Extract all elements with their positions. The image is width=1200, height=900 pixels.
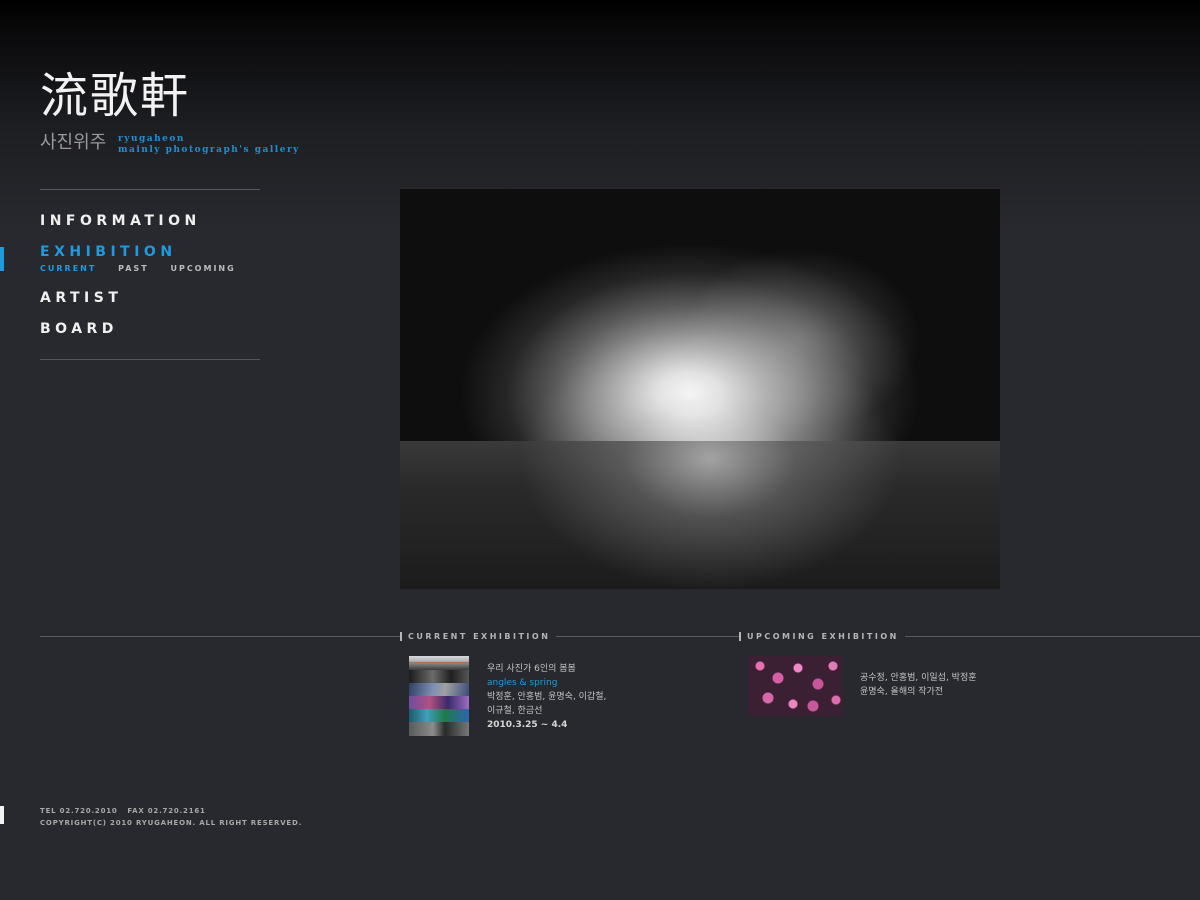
hero-mist xyxy=(400,189,1000,589)
current-exhibition-subtitle: 우리 사진가 6인의 봄봄 xyxy=(487,664,576,674)
subnav-past[interactable]: PAST xyxy=(118,264,149,273)
upcoming-exhibition-title: 윤명숙, 올해의 작가전 xyxy=(860,687,944,697)
nav-item-board[interactable]: BOARD xyxy=(40,322,118,336)
upcoming-exhibition-label: UPCOMING EXHIBITION xyxy=(739,631,905,642)
subnav-current[interactable]: CURRENT xyxy=(40,264,96,273)
current-exhibition-thumbnail[interactable] xyxy=(409,656,469,736)
thumb-strip xyxy=(409,683,469,696)
current-exhibition-artists: 박정훈, 안홍범, 윤명숙, 이갑철, xyxy=(487,692,607,702)
nav-item-exhibition[interactable]: EXHIBITION xyxy=(40,245,177,259)
section-divider xyxy=(40,636,1200,637)
nav-divider-bottom xyxy=(40,359,260,360)
logo-hanja[interactable]: 流歌軒 xyxy=(40,72,190,120)
thumb-strip xyxy=(409,722,469,736)
footer-contact: TEL 02.720.2010 FAX 02.720.2161 xyxy=(40,807,206,815)
current-exhibition-artists-cont: 이규철, 한금선 xyxy=(487,706,543,716)
footer-marker xyxy=(0,806,4,824)
subnav-upcoming[interactable]: UPCOMING xyxy=(170,264,235,273)
logo-roman-name: ryugaheon xyxy=(118,134,185,144)
logo-tagline: ryugaheon mainly photograph's gallery xyxy=(118,134,300,156)
logo-korean: 사진위주 xyxy=(40,132,107,153)
current-exhibition-dates: 2010.3.25 ~ 4.4 xyxy=(487,720,568,730)
thumb-strip xyxy=(409,656,469,670)
hero-photograph xyxy=(400,189,1000,589)
logo-roman-subtitle: mainly photograph's gallery xyxy=(118,145,300,155)
current-exhibition-label: CURRENT EXHIBITION xyxy=(400,631,557,642)
thumb-strip xyxy=(409,670,469,683)
current-exhibition-title[interactable]: angles & spring xyxy=(487,676,606,690)
thumb-strip xyxy=(409,696,469,709)
exhibition-subnav: CURRENT PAST UPCOMING xyxy=(40,264,253,273)
nav-divider-top xyxy=(40,189,260,190)
nav-item-artist[interactable]: ARTIST xyxy=(40,291,122,305)
thumb-strip xyxy=(409,709,469,722)
footer: TEL 02.720.2010 FAX 02.720.2161 COPYRIGH… xyxy=(40,805,302,829)
footer-copyright: COPYRIGHT(C) 2010 RYUGAHEON. ALL RIGHT R… xyxy=(40,819,303,827)
active-nav-marker xyxy=(0,247,4,271)
current-exhibition-info[interactable]: 우리 사진가 6인의 봄봄 angles & spring 박정훈, 안홍범, … xyxy=(487,662,606,732)
upcoming-exhibition-artists: 공수정, 안홍범, 이일섭, 박정훈 xyxy=(860,673,977,683)
upcoming-exhibition-info[interactable]: 공수정, 안홍범, 이일섭, 박정훈 윤명숙, 올해의 작가전 xyxy=(860,671,977,699)
upcoming-exhibition-thumbnail[interactable] xyxy=(748,656,842,716)
nav-item-information[interactable]: INFORMATION xyxy=(40,214,201,228)
